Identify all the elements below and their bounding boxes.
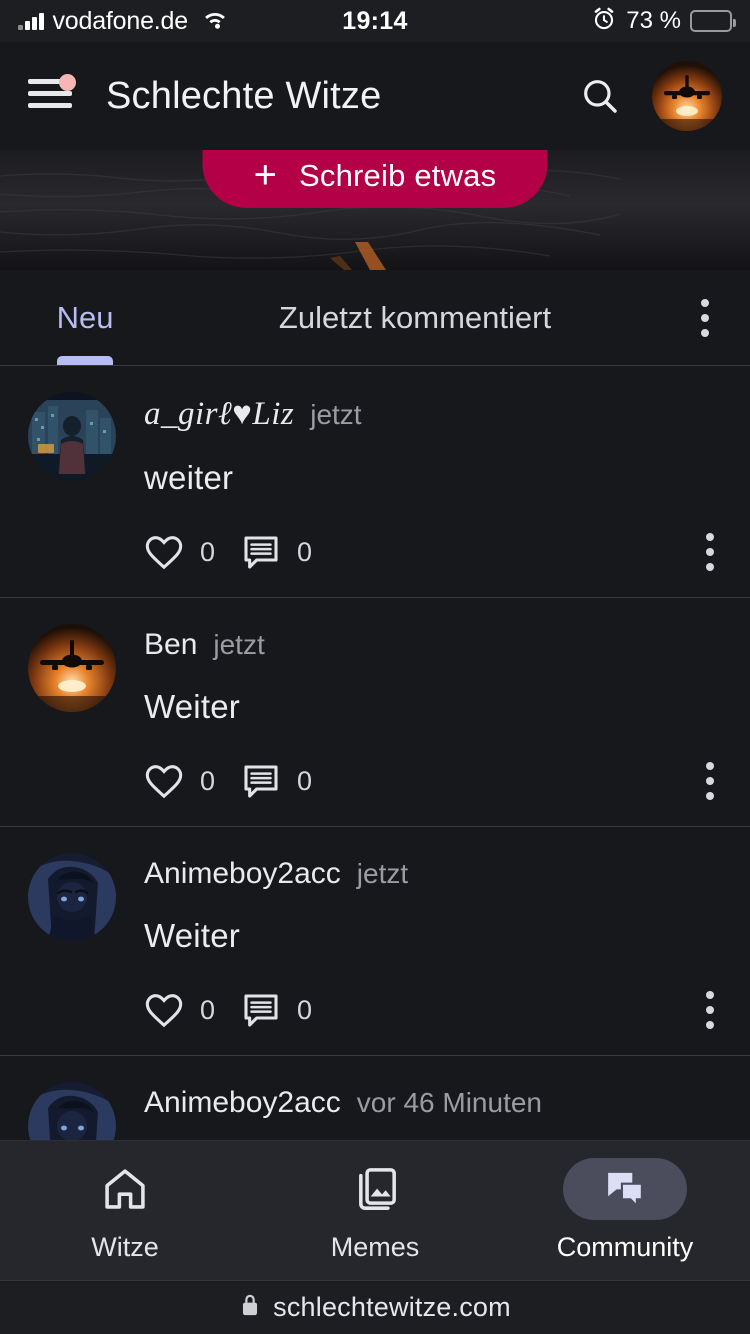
community-banner: + Schreib etwas bbox=[0, 150, 750, 270]
post-meta: Ben jetzt bbox=[144, 628, 722, 662]
kebab-menu-icon bbox=[706, 762, 714, 800]
tab-active-indicator bbox=[57, 356, 113, 365]
heart-icon bbox=[145, 994, 183, 1028]
list-item[interactable]: Animeboy2acc vor 46 Minuten bbox=[0, 1056, 750, 1140]
home-icon bbox=[105, 1169, 145, 1209]
wifi-icon bbox=[200, 7, 230, 35]
nav-item-witze-label: Witze bbox=[91, 1232, 159, 1262]
post-actions: 0 0 bbox=[144, 987, 722, 1033]
post-timestamp: vor 46 Minuten bbox=[356, 1087, 542, 1118]
avatar[interactable] bbox=[652, 61, 722, 131]
chat-bubbles-icon bbox=[608, 1172, 643, 1209]
status-bar: vodafone.de 19:14 73 % bbox=[0, 0, 750, 42]
alarm-clock-icon bbox=[591, 6, 617, 37]
comment-icon bbox=[244, 994, 278, 1027]
carrier-label: vodafone.de bbox=[52, 6, 189, 35]
comment-button[interactable]: 0 bbox=[241, 533, 312, 571]
nav-item-witze[interactable]: Witze bbox=[0, 1141, 250, 1280]
post-meta: Animeboy2acc jetzt bbox=[144, 857, 722, 891]
battery-percent-label: 73 % bbox=[626, 7, 681, 34]
nav-item-memes[interactable]: Memes bbox=[250, 1141, 500, 1280]
post-avatar[interactable] bbox=[28, 392, 116, 480]
post-text: Weiter bbox=[144, 688, 240, 725]
like-count: 0 bbox=[200, 536, 216, 567]
like-button[interactable]: 0 bbox=[144, 991, 215, 1029]
page-title: Schlechte Witze bbox=[106, 74, 382, 117]
comment-count: 0 bbox=[297, 536, 313, 567]
url-text: schlechtewitze.com bbox=[273, 1292, 511, 1322]
post-meta: a_girℓ♥Liz jetzt bbox=[144, 396, 722, 433]
plus-icon: + bbox=[253, 153, 278, 197]
post-avatar[interactable] bbox=[28, 624, 116, 712]
hamburger-menu-icon[interactable] bbox=[28, 74, 76, 113]
feed-tabs: Neu Zuletzt kommentiert bbox=[0, 270, 750, 366]
heart-icon bbox=[145, 765, 183, 799]
post-timestamp: jetzt bbox=[356, 858, 409, 889]
comment-icon bbox=[244, 536, 278, 569]
post-username[interactable]: Animeboy2acc bbox=[144, 857, 341, 891]
kebab-menu-icon bbox=[701, 298, 709, 337]
post-body: Animeboy2acc jetzt Weiter 0 0 bbox=[144, 853, 722, 1033]
list-item[interactable]: Ben jetzt Weiter 0 0 bbox=[0, 598, 750, 827]
header-actions bbox=[580, 61, 722, 131]
browser-url-bar[interactable]: schlechtewitze.com bbox=[0, 1280, 750, 1334]
status-bar-left: vodafone.de bbox=[18, 7, 230, 36]
post-body: a_girℓ♥Liz jetzt weiter 0 0 bbox=[144, 392, 722, 575]
kebab-menu-icon bbox=[706, 991, 714, 1029]
post-overflow-button[interactable] bbox=[698, 529, 722, 575]
list-item[interactable]: a_girℓ♥Liz jetzt weiter 0 0 bbox=[0, 366, 750, 598]
tab-neu[interactable]: Neu bbox=[0, 270, 170, 365]
write-post-button[interactable]: + Schreib etwas bbox=[202, 150, 548, 208]
search-icon[interactable] bbox=[580, 76, 620, 116]
kebab-menu-icon bbox=[706, 533, 714, 571]
tab-neu-label: Neu bbox=[56, 299, 114, 335]
like-count: 0 bbox=[200, 994, 216, 1025]
post-username[interactable]: Ben bbox=[144, 628, 197, 662]
post-actions: 0 0 bbox=[144, 529, 722, 575]
post-overflow-button[interactable] bbox=[698, 758, 722, 804]
menu-notification-badge bbox=[59, 74, 76, 91]
post-meta: Animeboy2acc vor 46 Minuten bbox=[144, 1086, 722, 1120]
comment-button[interactable]: 0 bbox=[241, 762, 312, 800]
post-avatar[interactable] bbox=[28, 853, 116, 941]
post-actions: 0 0 bbox=[144, 758, 722, 804]
comment-count: 0 bbox=[297, 994, 313, 1025]
tabs-overflow-button[interactable] bbox=[660, 298, 750, 337]
lock-icon bbox=[239, 1292, 261, 1323]
status-bar-right: 73 % bbox=[591, 6, 736, 37]
post-username[interactable]: a_girℓ♥Liz bbox=[144, 396, 294, 433]
nav-item-memes-label: Memes bbox=[330, 1232, 420, 1262]
comment-count: 0 bbox=[297, 765, 313, 796]
post-text: Weiter bbox=[144, 917, 240, 954]
comment-button[interactable]: 0 bbox=[241, 991, 312, 1029]
battery-icon bbox=[690, 10, 736, 32]
cellular-signal-icon bbox=[18, 12, 44, 30]
images-icon bbox=[359, 1168, 396, 1210]
heart-icon bbox=[145, 536, 183, 570]
post-body: Animeboy2acc vor 46 Minuten bbox=[144, 1082, 722, 1140]
post-overflow-button[interactable] bbox=[698, 987, 722, 1033]
post-text: weiter bbox=[144, 459, 234, 496]
post-avatar[interactable] bbox=[28, 1082, 116, 1140]
nav-item-community-label: Community bbox=[556, 1232, 694, 1262]
nav-item-community[interactable]: Community bbox=[500, 1141, 750, 1280]
post-username[interactable]: Animeboy2acc bbox=[144, 1086, 341, 1120]
bottom-navigation: Witze Memes Community bbox=[0, 1140, 750, 1280]
post-body: Ben jetzt Weiter 0 0 bbox=[144, 624, 722, 804]
list-item[interactable]: Animeboy2acc jetzt Weiter 0 0 bbox=[0, 827, 750, 1056]
comment-icon bbox=[244, 765, 278, 798]
like-button[interactable]: 0 bbox=[144, 762, 215, 800]
post-timestamp: jetzt bbox=[213, 629, 265, 660]
like-count: 0 bbox=[200, 765, 216, 796]
tab-zuletzt-kommentiert-label: Zuletzt kommentiert bbox=[278, 299, 552, 335]
app-header: Schlechte Witze bbox=[0, 42, 750, 150]
app-root: vodafone.de 19:14 73 % Schlechte Witze +… bbox=[0, 0, 750, 1334]
like-button[interactable]: 0 bbox=[144, 533, 215, 571]
post-feed: a_girℓ♥Liz jetzt weiter 0 0 Ben jetzt We… bbox=[0, 366, 750, 1140]
post-timestamp: jetzt bbox=[310, 399, 362, 430]
tab-zuletzt-kommentiert[interactable]: Zuletzt kommentiert bbox=[170, 270, 660, 365]
write-post-label: Schreib etwas bbox=[299, 158, 497, 193]
